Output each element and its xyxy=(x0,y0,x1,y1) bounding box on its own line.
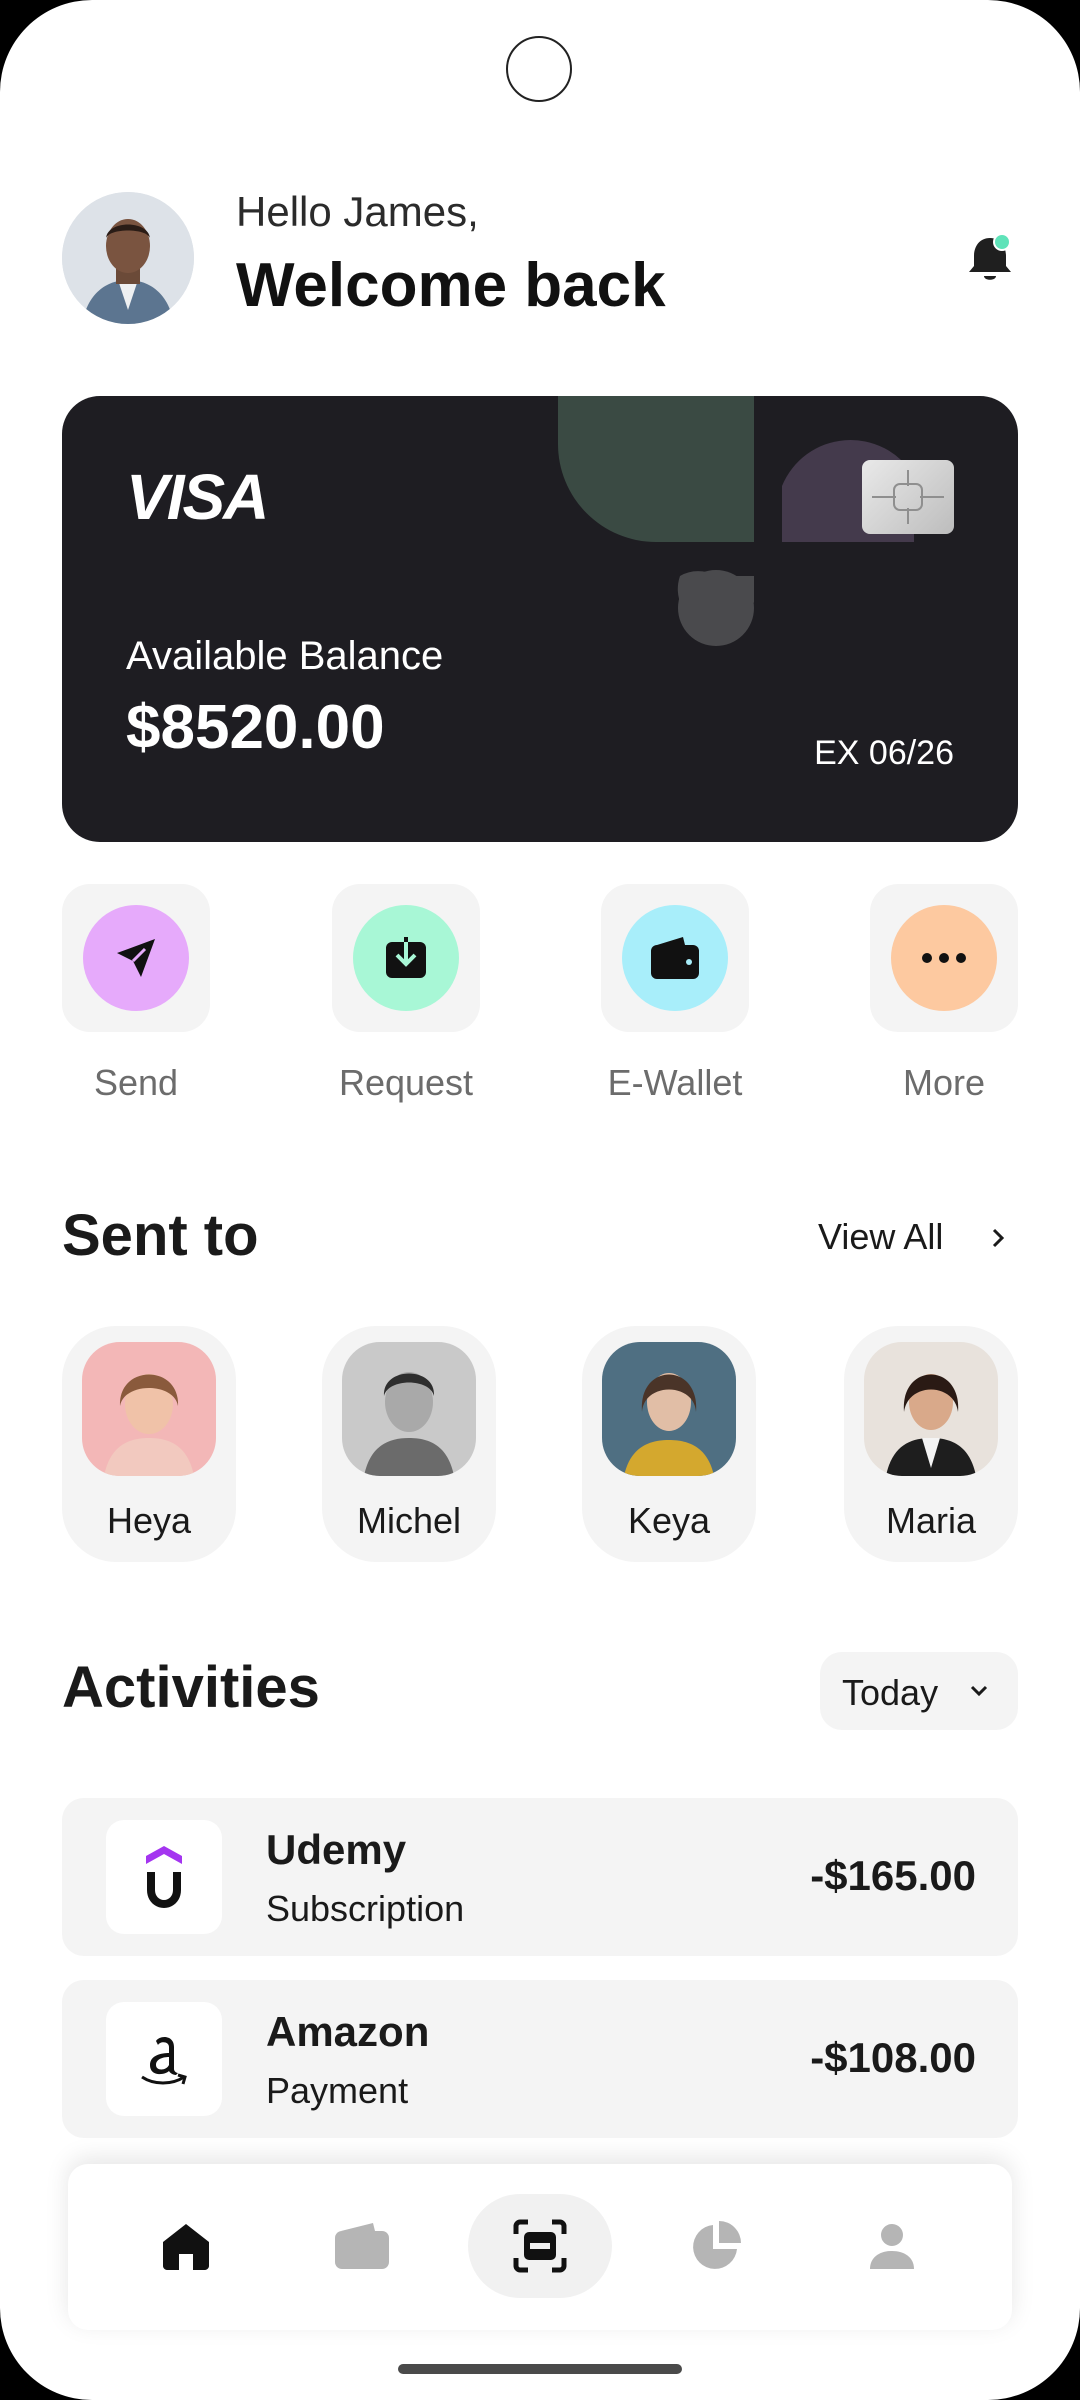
contact-photo xyxy=(602,1342,736,1476)
more-label: More xyxy=(902,1062,986,1103)
transaction-name: Amazon xyxy=(266,2008,430,2055)
nav-profile[interactable] xyxy=(842,2196,942,2296)
ewallet-action[interactable]: E-Wallet xyxy=(601,884,749,1104)
filter-value: Today xyxy=(842,1672,939,1713)
card-expiry: EX 06/26 xyxy=(814,734,954,772)
contact-name: Maria xyxy=(885,1500,977,1541)
contact-name: Michel xyxy=(356,1500,462,1541)
send-icon xyxy=(83,905,189,1011)
contact-photo xyxy=(342,1342,476,1476)
amazon-logo xyxy=(106,2002,222,2116)
request-action[interactable]: Request xyxy=(332,884,480,1104)
nav-wallet[interactable] xyxy=(312,2196,412,2296)
contact-photo xyxy=(82,1342,216,1476)
card-brand: VISA xyxy=(126,461,269,533)
transaction-row[interactable]: Amazon Payment -$108.00 xyxy=(62,1980,1018,2138)
contact-card[interactable]: Heya xyxy=(62,1326,236,1562)
sent-to-title: Sent to xyxy=(62,1203,259,1268)
download-icon xyxy=(353,905,459,1011)
home-icon xyxy=(163,2224,209,2270)
visa-card[interactable]: VISA Available Balance $8520.00 EX 06/26 xyxy=(62,396,1018,842)
send-label: Send xyxy=(93,1062,179,1103)
contact-name: Keya xyxy=(627,1500,711,1541)
notification-dot xyxy=(993,233,1011,251)
udemy-logo xyxy=(106,1820,222,1934)
transaction-amount: -$108.00 xyxy=(810,2034,976,2081)
ewallet-tile[interactable] xyxy=(601,884,749,1032)
greeting-text: Hello James, xyxy=(236,188,479,235)
bell-icon xyxy=(969,233,1011,280)
activities-title: Activities xyxy=(62,1655,320,1720)
nav-scan[interactable] xyxy=(490,2196,590,2296)
more-tile[interactable] xyxy=(870,884,1018,1032)
request-label: Request xyxy=(338,1062,474,1103)
send-action[interactable]: Send xyxy=(62,884,210,1104)
balance-label: Available Balance xyxy=(126,634,444,678)
request-tile[interactable] xyxy=(332,884,480,1032)
more-action[interactable]: More xyxy=(870,884,1018,1104)
transaction-type: Subscription xyxy=(266,1888,465,1929)
wallet-icon xyxy=(335,2223,389,2269)
wallet-icon xyxy=(622,905,728,1011)
contact-photo xyxy=(864,1342,998,1476)
bottom-navigation xyxy=(68,2164,1012,2330)
phone-screen: Hello James, Welcome back VISA Available… xyxy=(0,0,1080,2400)
more-icon xyxy=(891,905,997,1011)
view-all-link[interactable]: View All xyxy=(818,1216,943,1258)
notification-button[interactable] xyxy=(966,230,1016,286)
balance-amount: $8520.00 xyxy=(126,693,385,762)
welcome-title: Welcome back xyxy=(236,251,666,320)
card-chip xyxy=(862,460,954,534)
contact-name: Heya xyxy=(106,1500,192,1541)
send-tile[interactable] xyxy=(62,884,210,1032)
ewallet-label: E-Wallet xyxy=(607,1062,743,1103)
nav-home[interactable] xyxy=(136,2196,236,2296)
home-indicator xyxy=(398,2364,682,2374)
user-avatar[interactable] xyxy=(62,192,194,324)
scan-icon xyxy=(513,2219,567,2273)
transaction-type: Payment xyxy=(266,2070,409,2111)
contact-card[interactable]: Keya xyxy=(582,1326,756,1562)
chevron-down-icon xyxy=(970,1685,988,1697)
nav-statistics[interactable] xyxy=(666,2196,766,2296)
front-camera xyxy=(506,36,572,102)
contact-card[interactable]: Michel xyxy=(322,1326,496,1562)
transaction-amount: -$165.00 xyxy=(810,1852,976,1899)
activities-filter-dropdown[interactable]: Today xyxy=(820,1652,1018,1730)
pie-chart-icon xyxy=(693,2221,741,2269)
chevron-right-icon[interactable] xyxy=(988,1222,1010,1254)
transaction-row[interactable]: Udemy Subscription -$165.00 xyxy=(62,1798,1018,1956)
contact-card[interactable]: Maria xyxy=(844,1326,1018,1562)
profile-icon xyxy=(870,2224,914,2269)
transaction-name: Udemy xyxy=(266,1826,407,1873)
